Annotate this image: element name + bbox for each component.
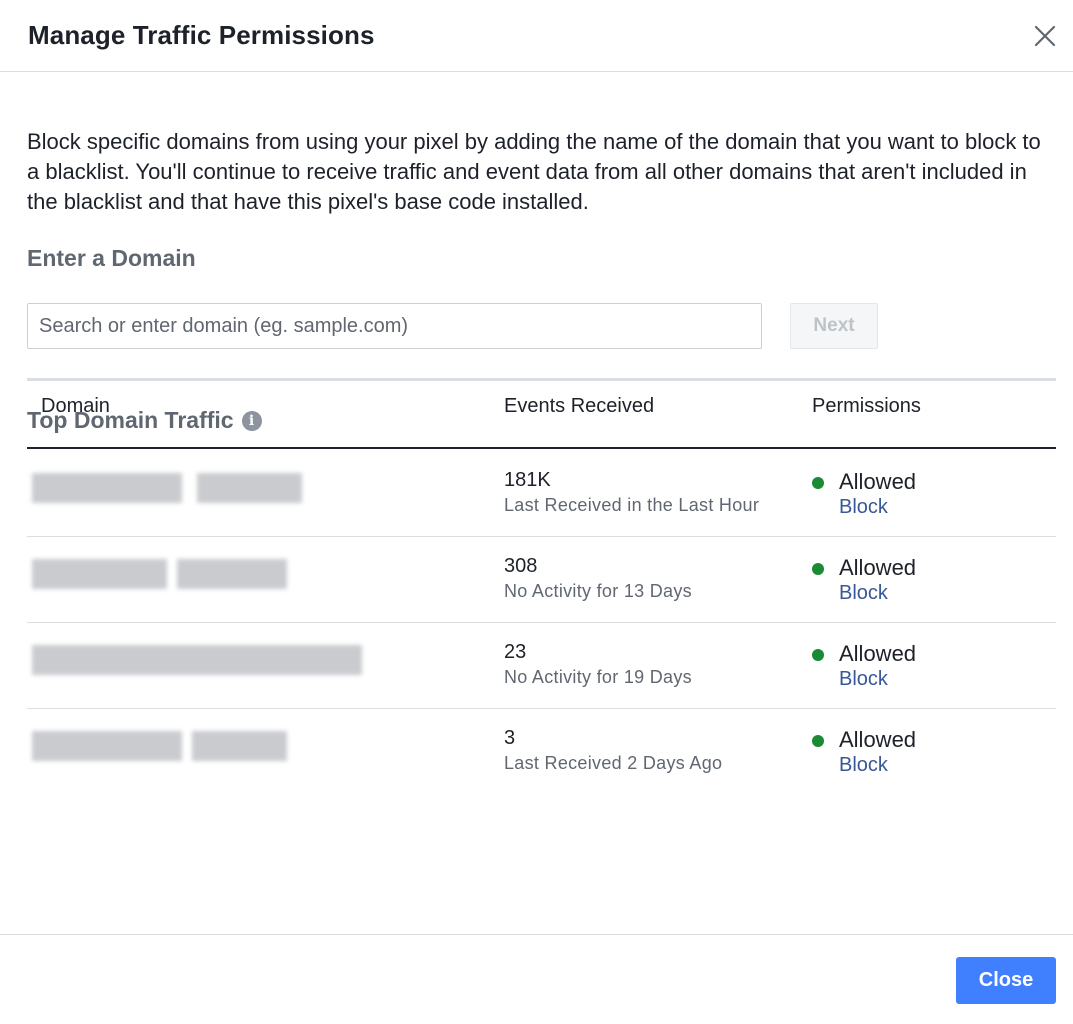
- table-row: 308 No Activity for 13 Days Allowed Bloc…: [27, 537, 1056, 623]
- column-header-permissions: Permissions: [812, 395, 921, 417]
- table-header: Domain Events Received Permissions: [27, 395, 1056, 449]
- status-dot-icon: [812, 735, 824, 747]
- events-count: 308: [504, 555, 538, 577]
- last-received-text: Last Received 2 Days Ago: [504, 753, 723, 773]
- block-link[interactable]: Block: [839, 668, 888, 691]
- redacted-domain: [32, 559, 287, 589]
- status-dot-icon: [812, 477, 824, 489]
- status-dot-icon: [812, 563, 824, 575]
- domain-search-input[interactable]: [27, 303, 762, 349]
- manage-traffic-dialog: Manage Traffic Permissions Block specifi…: [0, 0, 1073, 1024]
- redacted-domain: [32, 645, 362, 675]
- permission-status: Allowed: [839, 727, 917, 752]
- table-row: 3 Last Received 2 Days Ago Allowed Block: [27, 709, 1056, 795]
- dialog-footer: Close: [0, 934, 1073, 1024]
- enter-domain-heading: Enter a Domain: [27, 245, 196, 271]
- events-count: 181K: [504, 469, 551, 491]
- table-row: 23 No Activity for 19 Days Allowed Block: [27, 623, 1056, 709]
- block-link[interactable]: Block: [839, 496, 888, 519]
- redacted-domain: [32, 731, 287, 761]
- redacted-domain: [32, 473, 302, 503]
- close-button[interactable]: Close: [956, 957, 1056, 1004]
- permission-status: Allowed: [839, 641, 917, 666]
- next-button[interactable]: Next: [790, 303, 878, 349]
- block-link[interactable]: Block: [839, 754, 888, 777]
- dialog-header: Manage Traffic Permissions: [0, 0, 1073, 72]
- table-row: 181K Last Received in the Last Hour Allo…: [27, 451, 1056, 537]
- permission-status: Allowed: [839, 469, 917, 494]
- block-link[interactable]: Block: [839, 582, 888, 605]
- events-count: 3: [504, 727, 516, 749]
- dialog-title: Manage Traffic Permissions: [28, 20, 375, 50]
- permission-status: Allowed: [839, 555, 917, 580]
- close-icon[interactable]: [1029, 20, 1061, 52]
- events-count: 23: [504, 641, 527, 663]
- column-header-domain: Domain: [41, 395, 110, 417]
- description-text: Block specific domains from using your p…: [27, 129, 1041, 214]
- domain-table-body: 181K Last Received in the Last Hour Allo…: [27, 451, 1056, 795]
- status-dot-icon: [812, 649, 824, 661]
- last-received-text: Last Received in the Last Hour: [504, 495, 760, 515]
- section-divider: [27, 378, 1056, 381]
- column-header-events: Events Received: [504, 395, 655, 417]
- last-received-text: No Activity for 13 Days: [504, 581, 692, 601]
- last-received-text: No Activity for 19 Days: [504, 667, 692, 687]
